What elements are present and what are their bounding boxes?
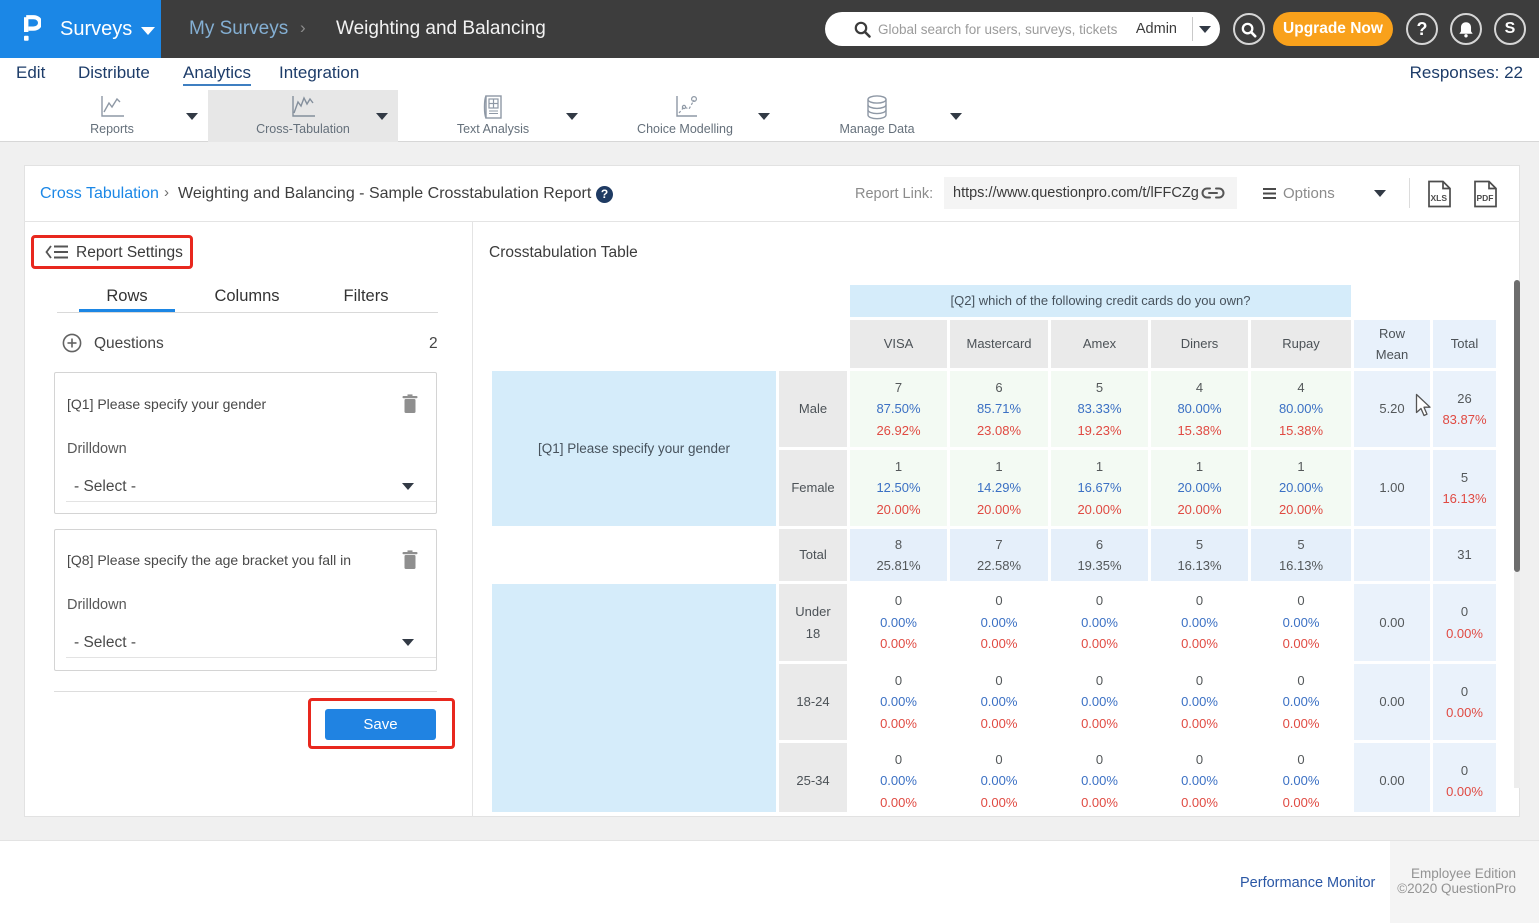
svg-text:XLS: XLS [1431, 193, 1448, 203]
svg-text:PDF: PDF [1477, 193, 1494, 203]
